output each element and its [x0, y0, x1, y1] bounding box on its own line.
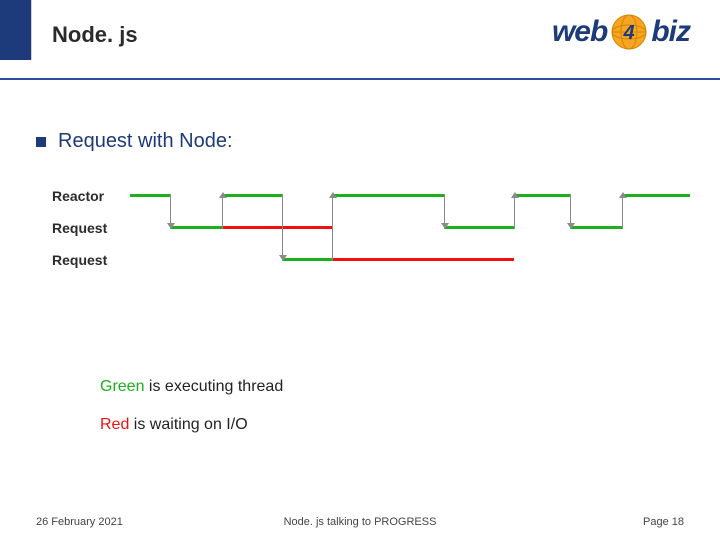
segment-green — [622, 194, 690, 197]
transition-arrow-icon — [511, 192, 519, 198]
segment-green — [444, 226, 514, 229]
transition-arrow-icon — [167, 223, 175, 229]
segment-green — [222, 194, 282, 197]
legend-red-word: Red — [100, 416, 129, 433]
transition-arrow-icon — [441, 223, 449, 229]
transition-line — [332, 194, 333, 261]
logo-number: 4 — [623, 22, 635, 44]
transition-line — [622, 194, 623, 229]
transition-arrow-icon — [329, 192, 337, 198]
footer-page: Page 18 — [643, 516, 684, 528]
lane-label-reactor: Reactor — [52, 188, 124, 204]
legend-red-rest: is waiting on I/O — [129, 416, 247, 433]
page-title: Node. js — [52, 22, 138, 48]
legend-red: Red is waiting on I/O — [100, 416, 248, 434]
segment-green — [332, 194, 444, 197]
bullet-text: Request with Node: — [58, 130, 233, 153]
bullet-row: Request with Node: — [36, 130, 233, 153]
legend-green-word: Green — [100, 378, 144, 395]
footer-center: Node. js talking to PROGRESS — [284, 516, 437, 528]
transition-arrow-icon — [567, 223, 575, 229]
legend-green-rest: is executing thread — [144, 378, 283, 395]
segment-green — [514, 194, 570, 197]
segment-red — [222, 226, 332, 229]
logo-web: web — [552, 15, 607, 49]
transition-line — [282, 194, 283, 261]
transition-arrow-icon — [279, 255, 287, 261]
transition-line — [514, 194, 515, 229]
footer: 26 February 2021 Node. js talking to PRO… — [0, 516, 720, 528]
lane-request-1: Request — [52, 220, 124, 236]
lane-label-request-1: Request — [52, 220, 124, 236]
lane-request-2: Request — [52, 252, 124, 268]
logo: web 4 biz — [552, 12, 690, 52]
segment-red — [332, 258, 514, 261]
footer-date: 26 February 2021 — [36, 516, 123, 528]
lane-reactor: Reactor — [52, 188, 124, 204]
segment-green — [130, 194, 170, 197]
header-stripe — [0, 0, 32, 60]
bullet-icon — [36, 137, 46, 147]
globe-icon: 4 — [609, 12, 649, 52]
segment-green — [170, 226, 222, 229]
transition-arrow-icon — [219, 192, 227, 198]
segment-green — [570, 226, 622, 229]
transition-line — [222, 194, 223, 229]
header: Node. js web 4 biz — [0, 0, 720, 80]
lane-label-request-2: Request — [52, 252, 124, 268]
segment-green — [282, 258, 332, 261]
legend-green: Green is executing thread — [100, 378, 283, 396]
timeline-diagram — [130, 184, 690, 274]
logo-biz: biz — [651, 15, 690, 49]
transition-arrow-icon — [619, 192, 627, 198]
